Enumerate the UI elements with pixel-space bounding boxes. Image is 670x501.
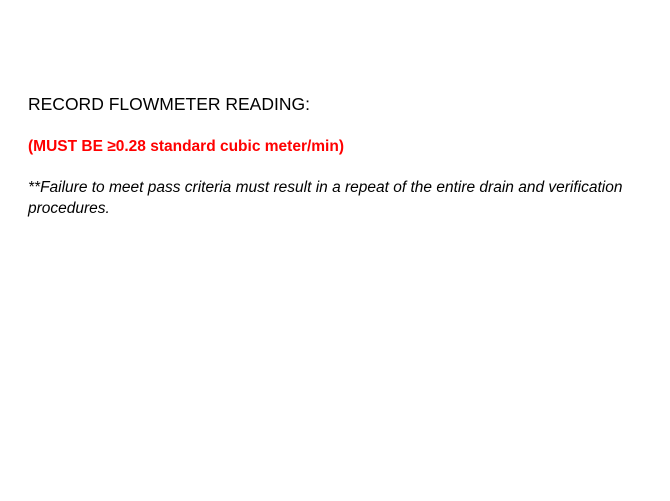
document-page: RECORD FLOWMETER READING: (MUST BE ≥0.28…	[0, 0, 670, 501]
failure-note: **Failure to meet pass criteria must res…	[28, 179, 623, 217]
flow-requirement-text: (MUST BE ≥0.28 standard cubic meter/min)	[28, 138, 344, 155]
record-flowmeter-heading: RECORD FLOWMETER READING:	[28, 94, 310, 114]
